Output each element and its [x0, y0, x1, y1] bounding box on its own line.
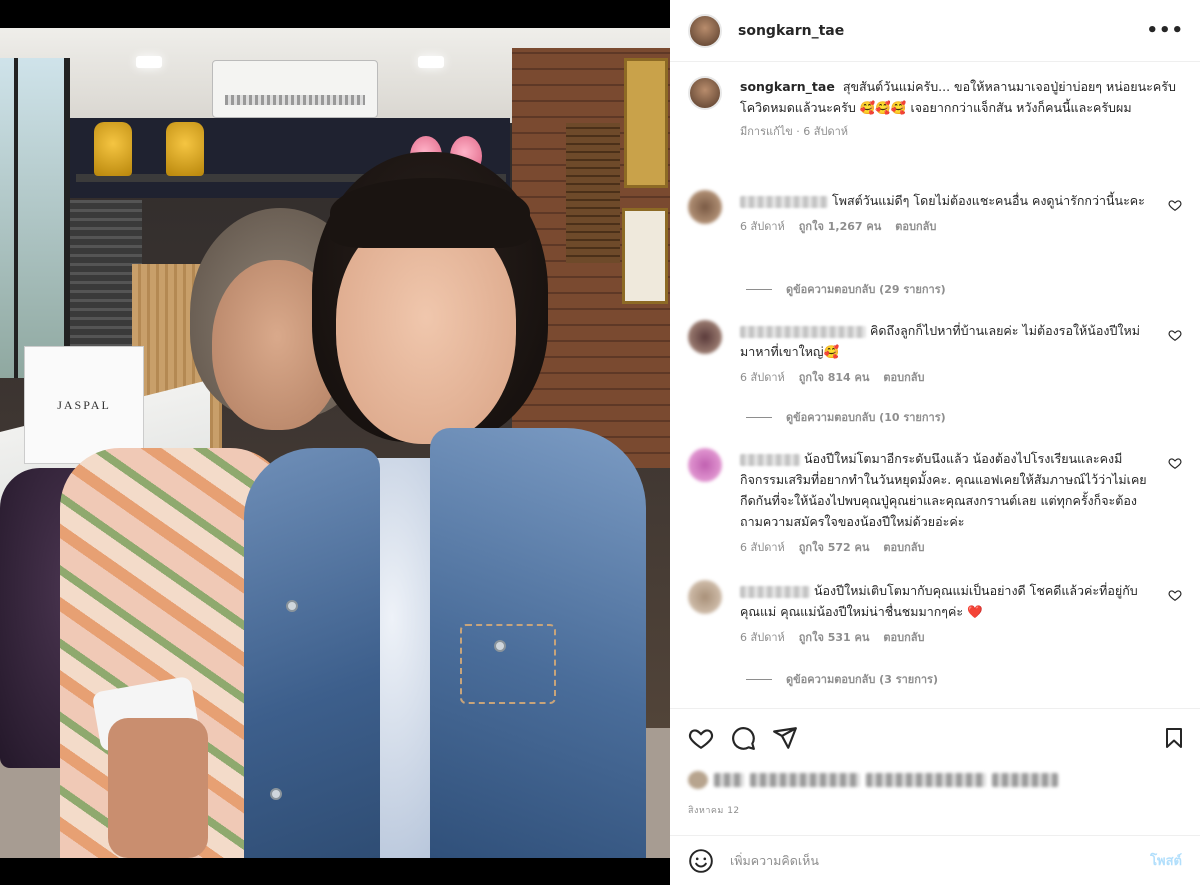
- comment-text: โพสต์วันแม่ดีๆ โดยไม่ต้องแชะคนอื่น คงดูน…: [740, 190, 1150, 211]
- heart-icon[interactable]: [1168, 456, 1182, 470]
- view-replies-button[interactable]: ดูข้อความตอบกลับ (29 รายการ): [746, 280, 946, 298]
- comment-time[interactable]: 6 สัปดาห์: [740, 538, 785, 556]
- reply-button[interactable]: ตอบกลับ: [883, 538, 924, 556]
- caption-text: songkarn_tae สุขสันต์วันแม่ครับ... ขอให้…: [740, 76, 1182, 118]
- comment: คิดถึงลูกก็ไปหาที่บ้านเลยค่ะ ไม่ต้องรอให…: [688, 320, 1182, 386]
- comment-input[interactable]: เพิ่มความคิดเห็น: [730, 851, 1150, 871]
- view-replies-button[interactable]: ดูข้อความตอบกลับ (10 รายการ): [746, 408, 946, 426]
- picture-frame: [622, 208, 668, 304]
- comment-time[interactable]: 6 สัปดาห์: [740, 217, 785, 235]
- commenter-username[interactable]: [740, 195, 828, 208]
- reply-button[interactable]: ตอบกลับ: [895, 217, 936, 235]
- heart-icon[interactable]: [688, 725, 714, 751]
- commenter-avatar[interactable]: [688, 190, 722, 224]
- comment-text: คิดถึงลูกก็ไปหาที่บ้านเลยค่ะ ไม่ต้องรอให…: [740, 320, 1150, 362]
- comment-likes[interactable]: ถูกใจ 531 คน: [799, 628, 870, 646]
- girl-face: [336, 214, 516, 444]
- comment-meta: 6 สัปดาห์ ถูกใจ 531 คน ตอบกลับ: [740, 628, 1182, 646]
- action-section: สิงหาคม 12: [670, 708, 1200, 828]
- post-media: JASPAL: [0, 0, 670, 885]
- comment-likes[interactable]: ถูกใจ 1,267 คน: [799, 217, 881, 235]
- action-bar: [688, 725, 798, 751]
- girl-bangs: [330, 178, 530, 248]
- commenter-username[interactable]: [740, 453, 800, 466]
- heart-icon[interactable]: [1168, 328, 1182, 342]
- bookmark-icon[interactable]: [1162, 725, 1186, 751]
- post-date[interactable]: สิงหาคม 12: [688, 803, 740, 817]
- avatar[interactable]: [688, 76, 722, 110]
- post-photo: JASPAL: [0, 28, 670, 858]
- send-icon[interactable]: [772, 725, 798, 751]
- post-comment-button[interactable]: โพสต์: [1150, 850, 1182, 871]
- comment-meta: 6 สัปดาห์ ถูกใจ 1,267 คน ตอบกลับ: [740, 217, 1182, 235]
- heart-icon[interactable]: [1168, 198, 1182, 212]
- post-sidebar: songkarn_tae ••• songkarn_tae สุขสันต์วั…: [670, 0, 1200, 885]
- smile-icon[interactable]: [688, 848, 714, 874]
- username-link[interactable]: songkarn_tae: [738, 23, 844, 39]
- jacket-pocket: [460, 624, 556, 704]
- comment-text: น้องปีใหม่โตมาอีกระดับนึงแล้ว น้องต้องไป…: [740, 448, 1150, 532]
- reply-button[interactable]: ตอบกลับ: [883, 628, 924, 646]
- comment-meta: 6 สัปดาห์ ถูกใจ 572 คน ตอบกลับ: [740, 538, 1182, 556]
- add-comment-bar: เพิ่มความคิดเห็น โพสต์: [670, 835, 1200, 885]
- jacket-button: [270, 788, 282, 800]
- wooden-shutter: [566, 123, 620, 263]
- instagram-post: JASPAL songkarn_tae ••• songkarn_tae สุข…: [0, 0, 1200, 885]
- jacket-button: [494, 640, 506, 652]
- shopping-bag: JASPAL: [24, 346, 144, 464]
- post-caption: songkarn_tae สุขสันต์วันแม่ครับ... ขอให้…: [688, 76, 1182, 140]
- comment-time[interactable]: 6 สัปดาห์: [740, 368, 785, 386]
- comment-meta: 6 สัปดาห์ ถูกใจ 814 คน ตอบกลับ: [740, 368, 1182, 386]
- comment: น้องปีใหม่โตมาอีกระดับนึงแล้ว น้องต้องไป…: [688, 448, 1182, 556]
- blurred-text: [714, 773, 744, 787]
- reply-button[interactable]: ตอบกลับ: [883, 368, 924, 386]
- heart-icon[interactable]: [1168, 588, 1182, 602]
- more-horizontal-icon[interactable]: •••: [1146, 20, 1184, 41]
- view-replies-label: ดูข้อความตอบกลับ (10 รายการ): [786, 411, 946, 424]
- comment-likes[interactable]: ถูกใจ 572 คน: [799, 538, 870, 556]
- commenter-username[interactable]: [740, 585, 810, 598]
- view-replies-button[interactable]: ดูข้อความตอบกลับ (3 รายการ): [746, 670, 938, 688]
- window: [0, 58, 70, 378]
- picture-frame: [624, 58, 668, 188]
- golden-statue: [166, 122, 204, 176]
- view-replies-label: ดูข้อความตอบกลับ (29 รายการ): [786, 283, 946, 296]
- comment: โพสต์วันแม่ดีๆ โดยไม่ต้องแชะคนอื่น คงดูน…: [688, 190, 1182, 235]
- golden-statue: [94, 122, 132, 176]
- ceiling-lamp: [136, 56, 162, 68]
- comment: น้องปีใหม่เติบโตมากับคุณแม่เป็นอย่างดี โ…: [688, 580, 1182, 646]
- denim-jacket-left: [244, 448, 380, 858]
- blurred-text: [992, 773, 1058, 787]
- caption-meta: มีการแก้ไข · 6 สัปดาห์: [740, 125, 849, 138]
- comment-body: โพสต์วันแม่ดีๆ โดยไม่ต้องแชะคนอื่น คงดูน…: [832, 193, 1145, 208]
- ceiling-lamp: [418, 56, 444, 68]
- view-replies-label: ดูข้อความตอบกลับ (3 รายการ): [786, 673, 938, 686]
- commenter-username[interactable]: [740, 325, 866, 338]
- post-header: songkarn_tae •••: [670, 0, 1200, 62]
- blurred-text: [750, 773, 860, 787]
- commenter-avatar[interactable]: [688, 448, 722, 482]
- commenter-avatar[interactable]: [688, 580, 722, 614]
- air-conditioner: [212, 60, 378, 118]
- comment-icon[interactable]: [730, 725, 756, 751]
- commenter-avatar[interactable]: [688, 320, 722, 354]
- comment-likes[interactable]: ถูกใจ 814 คน: [799, 368, 870, 386]
- liker-avatar: [688, 771, 708, 789]
- likes-summary[interactable]: [688, 771, 1058, 789]
- comment-body: น้องปีใหม่โตมาอีกระดับนึงแล้ว น้องต้องไป…: [740, 451, 1147, 529]
- caption-username[interactable]: songkarn_tae: [740, 79, 835, 94]
- avatar[interactable]: [688, 13, 722, 48]
- jacket-button: [286, 600, 298, 612]
- comment-time[interactable]: 6 สัปดาห์: [740, 628, 785, 646]
- comment-text: น้องปีใหม่เติบโตมากับคุณแม่เป็นอย่างดี โ…: [740, 580, 1150, 622]
- blurred-text: [866, 773, 986, 787]
- woman-hand: [108, 718, 208, 858]
